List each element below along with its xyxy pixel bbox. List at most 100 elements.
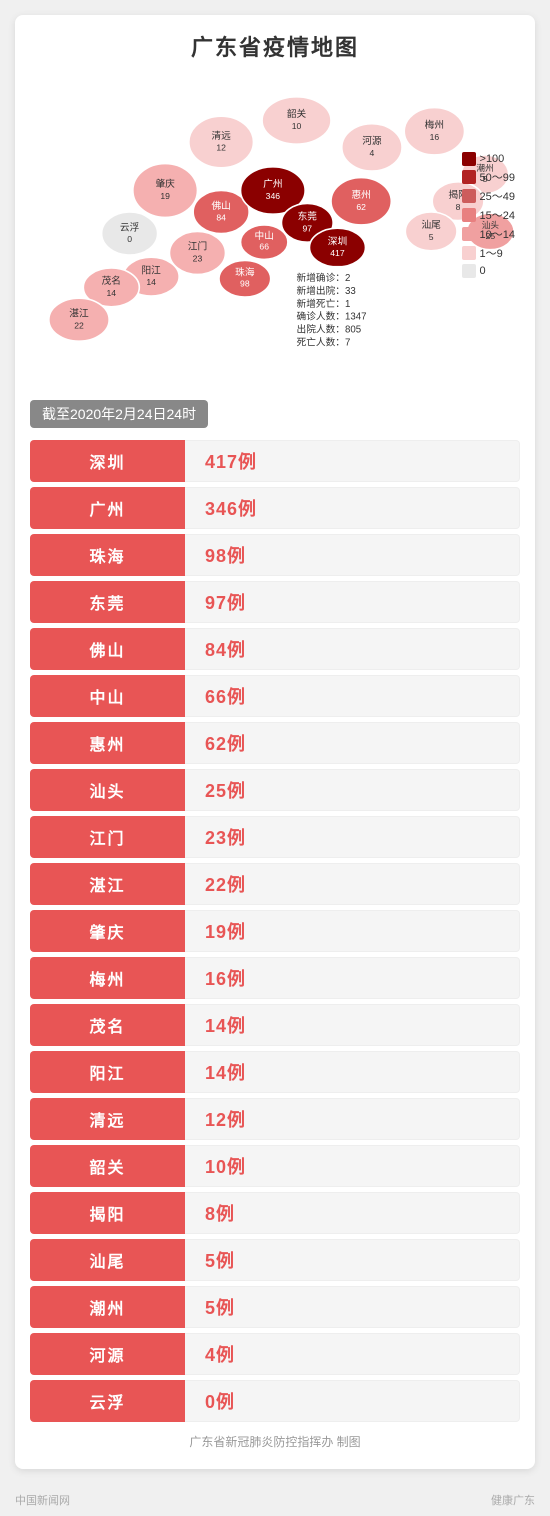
svg-text:惠州: 惠州 (351, 188, 370, 201)
city-name-zhuhai: 珠海 (30, 534, 185, 576)
city-name-shaoguan: 韶关 (30, 1145, 185, 1187)
svg-text:新增死亡：1: 新增死亡：1 (297, 297, 351, 310)
city-name-shenzhen: 深圳 (30, 440, 185, 482)
map-section: 韶关 10 清远 12 河源 4 梅州 16 潮州 (30, 72, 520, 382)
legend-color-10to14 (462, 227, 476, 241)
city-name-chaozhou: 潮州 (30, 1286, 185, 1328)
table-row: 河源 4例 (30, 1333, 520, 1375)
city-count-yunfu: 0例 (185, 1380, 520, 1422)
svg-text:62: 62 (356, 202, 366, 212)
city-list: 深圳 417例 广州 346例 珠海 98例 东莞 97例 佛山 84例 中山 … (30, 440, 520, 1422)
table-row: 韶关 10例 (30, 1145, 520, 1187)
svg-text:深圳: 深圳 (328, 235, 347, 247)
map-svg: 韶关 10 清远 12 河源 4 梅州 16 潮州 (30, 72, 520, 352)
table-row: 梅州 16例 (30, 957, 520, 999)
legend-item-50to99: 50～99 (462, 169, 515, 185)
city-count-shantou: 25例 (185, 769, 520, 811)
city-count-foshan: 84例 (185, 628, 520, 670)
date-badge: 截至2020年2月24日24时 (30, 400, 208, 428)
legend-item-10to14: 10～14 (462, 226, 515, 242)
city-name-qingyuan: 清远 (30, 1098, 185, 1140)
city-count-chaozhou: 5例 (185, 1286, 520, 1328)
bottom-right-label: 健康广东 (491, 1492, 535, 1508)
city-count-shaoguan: 10例 (185, 1145, 520, 1187)
svg-text:东莞: 东莞 (298, 210, 318, 223)
map-container: 韶关 10 清远 12 河源 4 梅州 16 潮州 (30, 72, 520, 352)
svg-text:新增出院：33: 新增出院：33 (297, 284, 356, 297)
legend-color-50to99 (462, 170, 476, 184)
city-name-zhongshan: 中山 (30, 675, 185, 717)
city-count-guangzhou: 346例 (185, 487, 520, 529)
svg-text:汕尾: 汕尾 (421, 219, 441, 231)
legend-label-100plus: >100 (480, 153, 505, 165)
bottom-bar: 中国新闻网 健康广东 (0, 1484, 550, 1516)
city-count-yangjiang: 14例 (185, 1051, 520, 1093)
svg-text:8: 8 (456, 202, 461, 212)
city-count-zhuhai: 98例 (185, 534, 520, 576)
table-row: 云浮 0例 (30, 1380, 520, 1422)
city-name-zhanjiang: 湛江 (30, 863, 185, 905)
legend-item-100plus: >100 (462, 152, 515, 166)
svg-text:19: 19 (160, 191, 170, 201)
svg-text:14: 14 (146, 277, 156, 287)
table-row: 佛山 84例 (30, 628, 520, 670)
table-row: 广州 346例 (30, 487, 520, 529)
legend-label-50to99: 50～99 (480, 169, 515, 185)
svg-text:14: 14 (107, 288, 117, 298)
legend-label-1to9: 1～9 (480, 245, 503, 261)
city-name-huizhou: 惠州 (30, 722, 185, 764)
city-name-guangzhou: 广州 (30, 487, 185, 529)
svg-text:5: 5 (429, 232, 434, 242)
svg-text:江门: 江门 (188, 240, 207, 253)
city-count-zhanjiang: 22例 (185, 863, 520, 905)
svg-text:4: 4 (370, 148, 375, 158)
city-count-qingyuan: 12例 (185, 1098, 520, 1140)
svg-text:0: 0 (127, 234, 132, 244)
svg-text:10: 10 (292, 121, 302, 131)
main-card: 广东省疫情地图 韶关 10 清远 12 河源 (15, 15, 535, 1469)
table-row: 东莞 97例 (30, 581, 520, 623)
legend-label-25to49: 25～49 (480, 188, 515, 204)
legend-label-10to14: 10～14 (480, 226, 515, 242)
city-name-dongguan: 东莞 (30, 581, 185, 623)
city-name-zhaoqing: 肇庆 (30, 910, 185, 952)
map-legend: >100 50～99 25～49 15～24 10～14 (462, 152, 515, 278)
city-name-heyuan: 河源 (30, 1333, 185, 1375)
city-name-foshan: 佛山 (30, 628, 185, 670)
table-row: 汕头 25例 (30, 769, 520, 811)
city-count-huizhou: 62例 (185, 722, 520, 764)
svg-text:云浮: 云浮 (120, 221, 140, 233)
svg-text:佛山: 佛山 (211, 199, 230, 212)
city-count-zhongshan: 66例 (185, 675, 520, 717)
legend-color-1to9 (462, 246, 476, 260)
legend-color-100plus (462, 152, 476, 166)
city-name-jiangmen: 江门 (30, 816, 185, 858)
table-row: 揭阳 8例 (30, 1192, 520, 1234)
svg-text:湛江: 湛江 (69, 307, 89, 319)
svg-text:346: 346 (266, 191, 281, 201)
legend-label-0: 0 (480, 265, 486, 277)
legend-item-0: 0 (462, 264, 515, 278)
city-name-yangjiang: 阳江 (30, 1051, 185, 1093)
svg-text:23: 23 (193, 254, 203, 264)
legend-color-0 (462, 264, 476, 278)
svg-text:22: 22 (74, 320, 84, 330)
svg-text:新增确诊：2: 新增确诊：2 (297, 271, 351, 284)
footer-text: 广东省新冠肺炎防控指挥办 制图 (30, 1432, 520, 1454)
table-row: 惠州 62例 (30, 722, 520, 764)
svg-text:84: 84 (216, 213, 226, 223)
city-count-jieyang: 8例 (185, 1192, 520, 1234)
city-name-jieyang: 揭阳 (30, 1192, 185, 1234)
svg-text:417: 417 (330, 248, 345, 258)
svg-text:茂名: 茂名 (102, 274, 121, 287)
table-row: 阳江 14例 (30, 1051, 520, 1093)
table-row: 清远 12例 (30, 1098, 520, 1140)
svg-text:阳江: 阳江 (141, 264, 161, 276)
svg-text:珠海: 珠海 (235, 266, 255, 279)
table-row: 汕尾 5例 (30, 1239, 520, 1281)
legend-label-15to24: 15～24 (480, 207, 515, 223)
city-name-yunfu: 云浮 (30, 1380, 185, 1422)
city-count-meizhou: 16例 (185, 957, 520, 999)
city-count-zhaoqing: 19例 (185, 910, 520, 952)
bottom-left-label: 中国新闻网 (15, 1492, 70, 1508)
